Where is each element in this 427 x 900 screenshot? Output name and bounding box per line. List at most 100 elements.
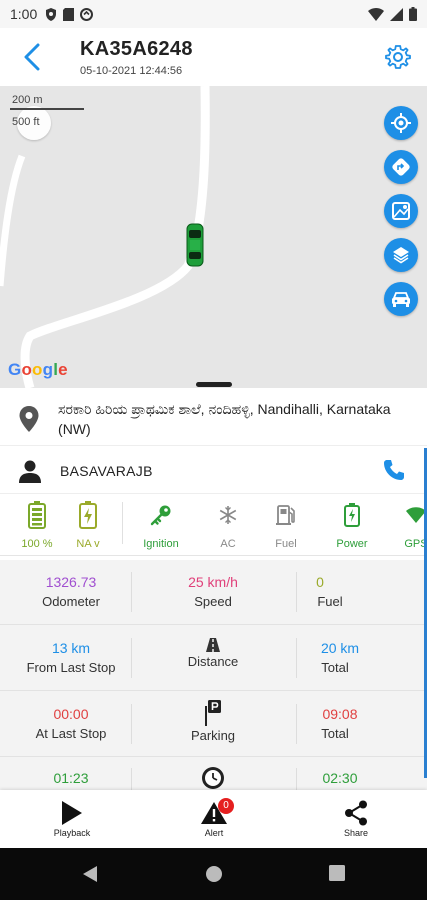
- gear-icon: [385, 45, 411, 69]
- total-parking-cell: 09:08 Total: [284, 692, 426, 754]
- col-divider: [131, 768, 132, 790]
- stats-row-odometer: 1326.73 Odometer 25 km/h Speed 0 Fuel: [0, 560, 427, 622]
- alert-button[interactable]: 0 Alert: [174, 798, 254, 838]
- parking-cell: Parking: [142, 692, 284, 754]
- square-recents-icon: [329, 865, 345, 881]
- car-icon: [186, 223, 204, 267]
- at-last-stop-cell: 00:00 At Last Stop: [0, 692, 142, 754]
- fuel-cell: 0 Fuel: [284, 560, 426, 622]
- key-icon: [150, 505, 171, 526]
- wifi-icon: [368, 7, 384, 21]
- fuel-label: Fuel: [275, 538, 297, 550]
- app-header: KA35A6248 05-10-2021 12:44:56: [0, 28, 427, 86]
- status-bar: 1:00: [0, 0, 427, 28]
- col-divider: [131, 638, 132, 678]
- vehicle-marker[interactable]: [186, 223, 204, 272]
- person-icon: [19, 460, 41, 483]
- last-update-datetime: 05-10-2021 12:44:56: [80, 65, 183, 77]
- col-divider: [296, 638, 297, 678]
- external-battery-status: NA v: [58, 500, 118, 550]
- total-distance-value: 20 km: [320, 640, 360, 656]
- sim-icon: [63, 7, 75, 21]
- ac-status: AC: [198, 500, 258, 550]
- road-icon: [206, 638, 220, 652]
- layers-icon: [393, 247, 409, 264]
- parking-label: Parking: [190, 728, 236, 743]
- fuel-status: Fuel: [256, 500, 316, 550]
- playback-button[interactable]: Playback: [32, 798, 112, 838]
- odometer-cell: 1326.73 Odometer: [0, 560, 142, 622]
- back-button[interactable]: [16, 40, 48, 74]
- location-pin-icon: [19, 405, 39, 432]
- ignition-status: Ignition: [131, 500, 191, 550]
- total-parking-value: 09:08: [322, 706, 358, 722]
- power-label: Power: [336, 538, 368, 550]
- ac-label: AC: [220, 538, 236, 550]
- system-home-button[interactable]: [205, 865, 223, 888]
- stopwatch-icon: [202, 767, 224, 789]
- sync-icon: [80, 7, 94, 21]
- gps-status: GPS: [386, 500, 427, 550]
- trip-stats-grid: 1326.73 Odometer 25 km/h Speed 0 Fuel 13…: [0, 560, 427, 790]
- battery-icon: [409, 7, 417, 21]
- speed-value: 25 km/h: [188, 574, 238, 590]
- speed-cell: 25 km/h Speed: [142, 560, 284, 622]
- share-button[interactable]: Share: [316, 798, 396, 838]
- fuel-pump-icon: [276, 505, 295, 525]
- odometer-value: 1326.73: [45, 574, 97, 590]
- stats-row-distance: 13 km From Last Stop Distance 20 km Tota…: [0, 626, 427, 688]
- battery-full-icon: [28, 501, 46, 529]
- power-battery-icon: [344, 503, 360, 527]
- bottom-navigation: Playback 0 Alert Share: [0, 790, 427, 848]
- playback-label: Playback: [53, 828, 91, 838]
- triangle-back-icon: [83, 866, 97, 882]
- total-running-value: 02:30: [322, 770, 358, 786]
- vehicle-icon: [392, 292, 410, 307]
- total-running-cell: 02:30: [284, 758, 426, 790]
- distance-label: Distance: [187, 654, 239, 669]
- driver-name: BASAVARAJB: [60, 462, 153, 479]
- stats-row-running: 01:23 02:30: [0, 758, 427, 790]
- back-arrow-icon: [24, 43, 40, 71]
- gps-label: GPS: [404, 538, 427, 550]
- scale-bar: [10, 108, 84, 110]
- locate-button[interactable]: [384, 106, 418, 140]
- col-divider: [296, 768, 297, 790]
- map-roads: [0, 86, 210, 388]
- call-driver-button[interactable]: [383, 459, 405, 486]
- running-icon-cell: [142, 758, 284, 790]
- share-icon: [345, 800, 367, 826]
- directions-button[interactable]: [384, 150, 418, 184]
- system-navigation-bar: [0, 848, 427, 900]
- alert-label: Alert: [204, 828, 224, 838]
- col-divider: [296, 572, 297, 612]
- map-action-buttons: [384, 106, 418, 316]
- phone-icon: [384, 460, 404, 480]
- status-time: 1:00: [10, 6, 38, 22]
- scale-imperial: 500 ft: [12, 116, 40, 128]
- parking-sign-icon: [205, 700, 221, 726]
- snowflake-icon: [219, 506, 237, 524]
- circle-home-icon: [206, 866, 222, 882]
- total-distance-cell: 20 km Total: [284, 626, 426, 688]
- row-divider: [0, 624, 427, 625]
- odometer-label: Odometer: [42, 594, 100, 609]
- alert-count-badge: 0: [218, 798, 234, 814]
- external-voltage-value: NA v: [76, 538, 100, 550]
- total-parking-label: Total: [321, 726, 349, 741]
- strip-divider: [122, 502, 123, 544]
- map-view[interactable]: 200 m 500 ft Google: [0, 86, 427, 388]
- address-row: ಸರಕಾರಿ ಹಿರಿಯ ಪ್ರಾಥಮಿಕ ಶಾಲೆ, ನಂದಿಹಳ್ಳಿ, N…: [0, 392, 427, 446]
- vehicle-view-button[interactable]: [384, 282, 418, 316]
- system-recents-button[interactable]: [329, 865, 345, 886]
- settings-button[interactable]: [381, 40, 415, 74]
- row-divider: [0, 756, 427, 757]
- layers-button[interactable]: [384, 238, 418, 272]
- map-view-button[interactable]: [384, 194, 418, 228]
- col-divider: [296, 704, 297, 744]
- from-last-stop-label: From Last Stop: [26, 660, 116, 675]
- system-back-button[interactable]: [82, 865, 98, 888]
- sheet-drag-handle[interactable]: [196, 382, 232, 387]
- address-text: ಸರಕಾರಿ ಹಿರಿಯ ಪ್ರಾಥಮಿಕ ಶಾಲೆ, ನಂದಿಹಳ್ಳಿ, N…: [58, 400, 391, 437]
- directions-icon: [392, 158, 410, 176]
